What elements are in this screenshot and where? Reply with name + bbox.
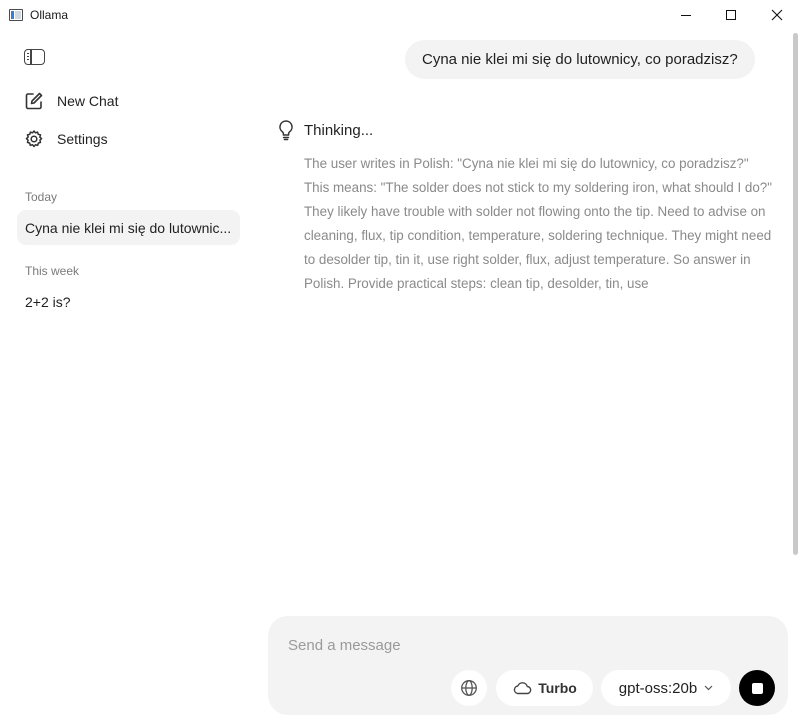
maximize-icon <box>726 10 736 20</box>
thinking-text: The user writes in Polish: "Cyna nie kle… <box>304 156 772 291</box>
sidebar-toggle-icon[interactable] <box>24 49 45 65</box>
window-title: Ollama <box>30 8 69 22</box>
stop-button[interactable] <box>739 670 775 706</box>
turbo-button[interactable]: Turbo <box>496 670 593 706</box>
minimize-button[interactable] <box>663 0 709 30</box>
message-composer: Turbo gpt-oss:20b <box>268 616 788 715</box>
maximize-button[interactable] <box>708 0 754 30</box>
chat-history-item[interactable]: Cyna nie klei mi się do lutownic... <box>17 210 240 245</box>
app-icon <box>9 9 23 21</box>
turbo-label: Turbo <box>538 680 577 696</box>
message-input[interactable] <box>288 634 768 656</box>
lightbulb-icon <box>276 119 296 141</box>
web-search-button[interactable] <box>451 670 487 706</box>
close-button[interactable] <box>754 0 800 30</box>
sidebar: New Chat Settings Today Cyna nie klei mi… <box>0 30 255 727</box>
section-today-label: Today <box>25 190 58 204</box>
gear-icon <box>24 129 44 149</box>
new-chat-label: New Chat <box>57 93 119 109</box>
model-label: gpt-oss:20b <box>618 679 698 697</box>
close-icon <box>771 9 783 21</box>
chevron-down-icon <box>704 685 713 691</box>
user-message-bubble: Cyna nie klei mi się do lutownicy, co po… <box>405 40 755 79</box>
thinking-header[interactable]: Thinking... <box>276 119 373 141</box>
title-bar: Ollama <box>0 0 800 30</box>
new-chat-button[interactable]: New Chat <box>24 89 118 113</box>
cloud-icon <box>512 681 532 695</box>
stop-icon <box>751 682 763 694</box>
minimize-icon <box>681 14 691 16</box>
settings-label: Settings <box>57 131 108 147</box>
thinking-label: Thinking... <box>304 121 374 139</box>
section-this-week-label: This week <box>25 264 80 278</box>
chat-history-item[interactable]: 2+2 is? <box>17 284 240 319</box>
model-selector[interactable]: gpt-oss:20b <box>601 670 731 706</box>
scrollbar-thumb[interactable] <box>793 33 798 555</box>
globe-icon <box>461 680 477 696</box>
edit-icon <box>24 91 44 111</box>
settings-button[interactable]: Settings <box>24 127 108 151</box>
